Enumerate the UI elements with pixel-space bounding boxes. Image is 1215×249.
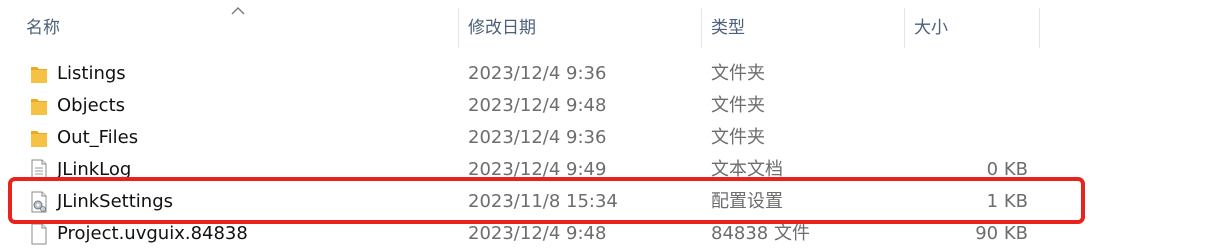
file-type: 文件夹 bbox=[711, 63, 765, 84]
file-row-project-uvguix[interactable]: Project.uvguix.84838 2023/12/4 9:48 8483… bbox=[0, 218, 1215, 249]
file-date: 2023/12/4 9:36 bbox=[468, 63, 607, 84]
file-name: Listings bbox=[57, 63, 126, 84]
chevron-up-icon[interactable] bbox=[231, 6, 245, 16]
file-size: 90 KB bbox=[975, 223, 1028, 244]
file-name: JLinkLog bbox=[57, 159, 132, 180]
file-type: 84838 文件 bbox=[711, 223, 810, 244]
file-type: 文件夹 bbox=[711, 127, 765, 148]
file-row-listings[interactable]: Listings 2023/12/4 9:36 文件夹 bbox=[0, 58, 1215, 90]
file-size: 0 KB bbox=[986, 159, 1028, 180]
file-date: 2023/12/4 9:48 bbox=[468, 223, 607, 244]
file-row-jlinklog[interactable]: JLinkLog 2023/12/4 9:49 文本文档 0 KB bbox=[0, 154, 1215, 186]
file-row-objects[interactable]: Objects 2023/12/4 9:48 文件夹 bbox=[0, 90, 1215, 122]
file-name: JLinkSettings bbox=[57, 191, 173, 212]
file-type: 文本文档 bbox=[711, 159, 783, 180]
file-name: Objects bbox=[57, 95, 126, 116]
file-size bbox=[900, 122, 1028, 154]
column-header-size[interactable]: 大小 bbox=[914, 0, 1034, 50]
file-row-jlinksettings[interactable]: JLinkSettings 2023/11/8 15:34 配置设置 1 KB bbox=[0, 186, 1215, 218]
file-name: Out_Files bbox=[57, 127, 139, 148]
column-divider[interactable] bbox=[904, 8, 905, 48]
file-size bbox=[900, 90, 1028, 122]
file-type: 文件夹 bbox=[711, 95, 765, 116]
settings-file-icon bbox=[31, 191, 47, 213]
folder-icon bbox=[31, 67, 47, 83]
file-row-out-files[interactable]: Out_Files 2023/12/4 9:36 文件夹 bbox=[0, 122, 1215, 154]
file-icon bbox=[31, 223, 47, 245]
column-divider[interactable] bbox=[1039, 8, 1040, 48]
file-type: 配置设置 bbox=[711, 191, 783, 212]
file-date: 2023/12/4 9:49 bbox=[468, 159, 607, 180]
column-header-type[interactable]: 类型 bbox=[711, 0, 891, 50]
column-header-date[interactable]: 修改日期 bbox=[468, 0, 698, 50]
folder-icon bbox=[31, 99, 47, 115]
text-file-icon bbox=[31, 159, 47, 181]
file-name: Project.uvguix.84838 bbox=[57, 223, 248, 244]
column-divider[interactable] bbox=[458, 8, 459, 48]
file-date: 2023/12/4 9:48 bbox=[468, 95, 607, 116]
file-size: 1 KB bbox=[986, 191, 1028, 212]
file-date: 2023/11/8 15:34 bbox=[468, 191, 618, 212]
column-header: 名称 修改日期 类型 大小 bbox=[0, 0, 1215, 50]
file-size bbox=[900, 58, 1028, 90]
folder-icon bbox=[31, 131, 47, 147]
column-divider[interactable] bbox=[701, 8, 702, 48]
file-date: 2023/12/4 9:36 bbox=[468, 127, 607, 148]
